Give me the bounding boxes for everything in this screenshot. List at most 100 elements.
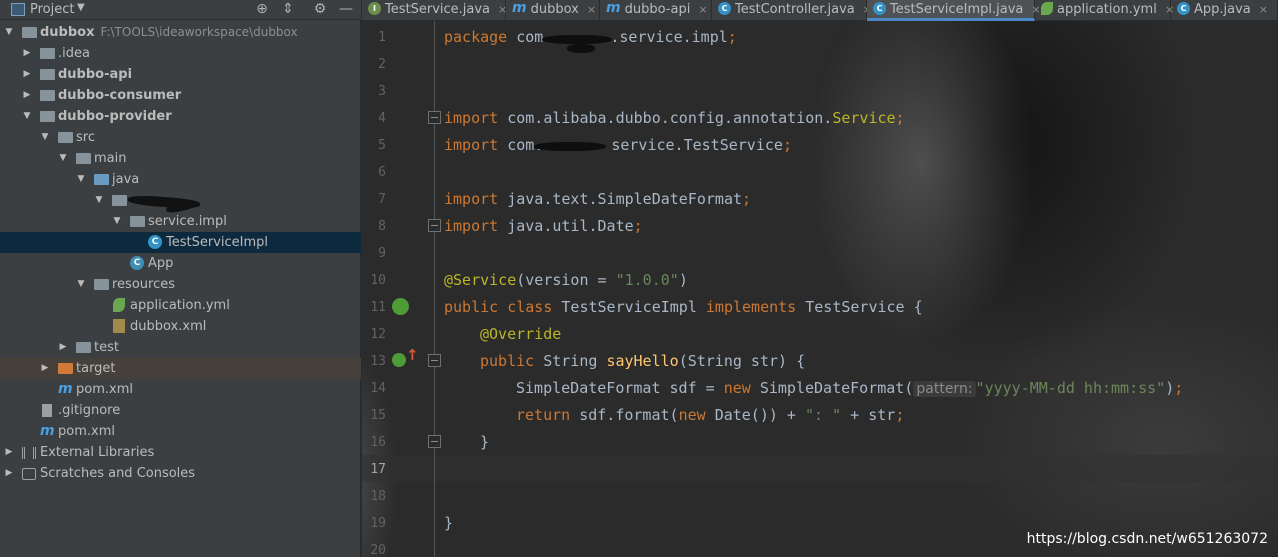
string-literal: "1.0.0": [615, 271, 679, 289]
tree-item-scratches[interactable]: ▶ Scratches and Consoles: [0, 463, 361, 484]
tree-item-label: Scratches and Consoles: [40, 466, 196, 481]
tree-item-src[interactable]: ▼ src: [0, 127, 361, 148]
tree-item-target[interactable]: ▶ target: [0, 358, 361, 379]
code-line-10[interactable]: @Service(version = "1.0.0"): [444, 267, 688, 294]
tab-dubbox[interactable]: m dubbox ×: [506, 0, 600, 21]
code-line-11[interactable]: public class TestServiceImpl implements …: [444, 294, 923, 321]
tree-item-label: dubbo-consumer: [58, 88, 182, 103]
tree-item-service-impl[interactable]: ▼ service.impl: [0, 211, 361, 232]
expand-arrow-icon[interactable]: ▶: [4, 442, 14, 463]
tab-label: TestService.java: [385, 2, 491, 17]
tab-app[interactable]: C App.java ×: [1171, 0, 1278, 21]
expand-arrow-icon[interactable]: ▼: [4, 22, 14, 43]
expand-arrow-icon[interactable]: ▶: [22, 85, 32, 106]
code-line-14[interactable]: SimpleDateFormat sdf = new SimpleDateFor…: [516, 375, 1183, 402]
expand-arrow-icon[interactable]: ▼: [40, 127, 50, 148]
tree-item-label: TestServiceImpl: [166, 235, 269, 250]
tree-item-pom-root[interactable]: m pom.xml: [0, 421, 361, 442]
tree-item-app[interactable]: C App: [0, 253, 361, 274]
code-line-7[interactable]: import java.text.SimpleDateFormat;: [444, 186, 751, 213]
package-icon: [112, 195, 127, 206]
code-line-5[interactable]: import com. service.TestService;: [444, 132, 792, 159]
fold-marker-icon[interactable]: [428, 354, 441, 367]
code-text: TestService {: [805, 298, 923, 316]
line-number: 2: [378, 57, 386, 72]
tree-item-resources[interactable]: ▼ resources: [0, 274, 361, 295]
code-line-8[interactable]: import java.util.Date;: [444, 213, 643, 240]
project-view-selector[interactable]: Project: [30, 2, 74, 17]
gear-icon[interactable]: ⚙: [312, 1, 328, 17]
close-icon[interactable]: ×: [698, 3, 707, 16]
tree-item-label: dubbo-provider: [58, 109, 172, 124]
code-text: (version =: [516, 271, 616, 289]
tab-dubbo-api[interactable]: m dubbo-api ×: [600, 0, 712, 21]
line-number: 8: [378, 219, 386, 234]
tree-item-test[interactable]: ▶ test: [0, 337, 361, 358]
expand-arrow-icon[interactable]: ▼: [76, 169, 86, 190]
tab-label: application.yml: [1057, 2, 1157, 17]
close-icon[interactable]: ×: [587, 3, 596, 16]
maven-icon: m: [58, 381, 73, 397]
tab-testservice[interactable]: I TestService.java ×: [362, 0, 507, 21]
chevron-down-icon[interactable]: ▼: [77, 2, 85, 13]
expand-arrow-icon[interactable]: ▼: [58, 148, 68, 169]
line-number: 18: [370, 489, 386, 504]
expand-arrow-icon[interactable]: ▶: [22, 43, 32, 64]
tree-item-dubbo-provider[interactable]: ▼ dubbo-provider: [0, 106, 361, 127]
code-text: java.util.Date: [507, 217, 634, 235]
spring-class-icon: C: [130, 256, 144, 270]
code-text: SimpleDateFormat(: [759, 379, 914, 397]
code-line-15[interactable]: return sdf.format(new Date()) + ": " + s…: [516, 402, 904, 429]
folder-icon: [76, 342, 91, 353]
tree-item-idea[interactable]: ▶ .idea: [0, 43, 361, 64]
target-icon[interactable]: ⊕: [254, 1, 270, 17]
tab-testcontroller[interactable]: CTestController.java×: [712, 0, 872, 21]
class-icon: C: [718, 2, 731, 15]
tree-item-pom-provider[interactable]: m pom.xml: [0, 379, 361, 400]
semicolon: ;: [895, 109, 905, 127]
resources-folder-icon: [94, 279, 109, 290]
redaction-scribble: [567, 44, 595, 53]
tree-item-gitignore[interactable]: .gitignore: [0, 400, 361, 421]
arrow-up-icon[interactable]: ↑: [406, 346, 419, 364]
code-line-19[interactable]: }: [444, 510, 453, 537]
fold-marker-icon[interactable]: [428, 219, 441, 232]
code-line-12[interactable]: @Override: [480, 321, 561, 348]
expand-arrow-icon[interactable]: ▶: [4, 463, 14, 484]
fold-marker-icon[interactable]: [428, 111, 441, 124]
tree-item-dubbox[interactable]: ▼ dubbox F:\TOOLS\ideaworkspace\dubbox: [0, 22, 361, 43]
expand-arrow-icon[interactable]: ▶: [40, 358, 50, 379]
expand-arrow-icon[interactable]: ▼: [76, 274, 86, 295]
code-line-16[interactable]: }: [480, 429, 489, 456]
hide-icon[interactable]: —: [338, 1, 354, 17]
code-line-13[interactable]: public String sayHello(String str) {: [480, 348, 805, 375]
expand-arrow-icon[interactable]: ▼: [22, 106, 32, 127]
tree-item-external-libraries[interactable]: ▶ External Libraries: [0, 442, 361, 463]
class-icon: C: [1177, 2, 1190, 15]
line-number: 16: [370, 435, 386, 450]
fold-marker-icon[interactable]: [428, 435, 441, 448]
implements-gutter-icon[interactable]: [392, 298, 409, 315]
tree-item-dubbo-consumer[interactable]: ▶ dubbo-consumer: [0, 85, 361, 106]
close-icon[interactable]: ×: [1259, 3, 1268, 16]
tab-application-yml[interactable]: application.yml ×: [1035, 0, 1174, 21]
tree-item-dubbo-api[interactable]: ▶ dubbo-api: [0, 64, 361, 85]
expand-arrow-icon[interactable]: ▶: [22, 64, 32, 85]
expand-arrow-icon[interactable]: ▼: [94, 190, 104, 211]
expand-arrow-icon[interactable]: ▶: [58, 337, 68, 358]
tree-item-main[interactable]: ▼ main: [0, 148, 361, 169]
tree-item-label: src: [76, 130, 95, 145]
tree-item-label: .idea: [58, 46, 90, 61]
source-folder-icon: [94, 174, 109, 185]
tree-item-dubbox-xml[interactable]: dubbox.xml: [0, 316, 361, 337]
tree-item-package-redacted[interactable]: ▼: [0, 190, 361, 215]
xml-file-icon: [113, 319, 125, 333]
implementing-method-gutter-icon[interactable]: [392, 353, 406, 367]
expand-arrow-icon[interactable]: ▼: [112, 211, 122, 232]
collapse-icon[interactable]: ⇕: [280, 1, 296, 17]
tree-item-application-yml[interactable]: application.yml: [0, 295, 361, 316]
code-line-4[interactable]: import com.alibaba.dubbo.config.annotati…: [444, 105, 905, 132]
tree-item-testserviceimpl[interactable]: C TestServiceImpl: [0, 232, 361, 253]
tree-item-java[interactable]: ▼ java: [0, 169, 361, 190]
tab-testserviceimpl[interactable]: C TestServiceImpl.java ×: [867, 0, 1041, 21]
